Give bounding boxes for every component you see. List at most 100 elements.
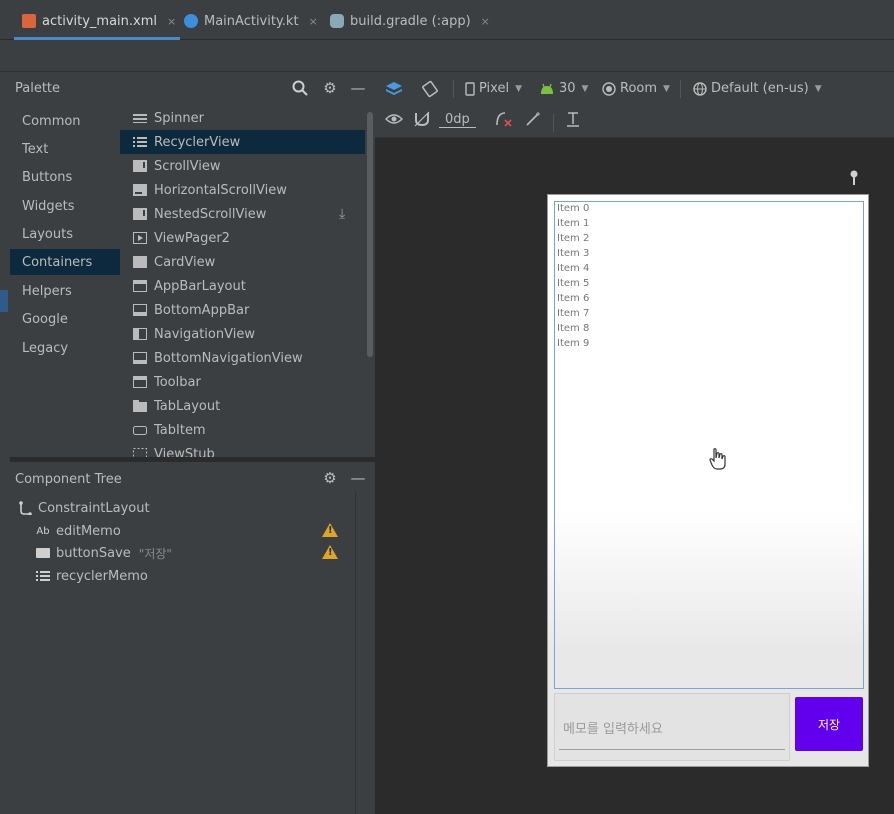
align-icon[interactable] xyxy=(566,111,580,127)
category-layouts[interactable]: Layouts xyxy=(10,221,120,247)
widget-label: AppBarLayout xyxy=(154,278,246,294)
chevron-down-icon: ▼ xyxy=(515,83,522,94)
category-google[interactable]: Google xyxy=(10,306,120,332)
layout-preview: Item 0 Item 1 Item 2 Item 3 Item 4 Item … xyxy=(547,194,869,767)
widget-label: NavigationView xyxy=(154,326,255,342)
widget-viewpager2[interactable]: ViewPager2 xyxy=(120,226,365,250)
download-icon[interactable]: ⤓ xyxy=(339,206,345,222)
warning-icon[interactable] xyxy=(322,523,338,537)
phone-icon xyxy=(465,81,475,96)
tree-item-constraintlayout[interactable]: ConstraintLayout xyxy=(16,497,361,519)
default-margin-selector[interactable]: 0dp xyxy=(439,112,476,128)
device-selector[interactable]: Pixel ▼ xyxy=(465,81,522,96)
palette-categories: Common Text Buttons Widgets Layouts Cont… xyxy=(10,106,120,457)
pin-icon[interactable] xyxy=(848,170,860,190)
tree-item-label: ConstraintLayout xyxy=(38,500,150,516)
category-common[interactable]: Common xyxy=(10,108,120,134)
scrollview-icon xyxy=(132,160,148,172)
search-icon[interactable] xyxy=(290,78,310,98)
xml-file-icon xyxy=(22,14,36,28)
widget-bottomnavigationview[interactable]: BottomNavigationView xyxy=(120,346,365,370)
close-icon[interactable]: × xyxy=(309,15,318,28)
theme-selector[interactable]: Room ▼ xyxy=(602,81,670,96)
navigation-view-icon xyxy=(132,328,148,340)
widget-label: BottomAppBar xyxy=(154,302,250,318)
list-item: Item 2 xyxy=(557,233,590,244)
input-underline xyxy=(559,749,785,750)
category-containers[interactable]: Containers xyxy=(10,249,120,275)
widget-tablayout[interactable]: TabLayout xyxy=(120,394,365,418)
theme-icon xyxy=(602,81,616,96)
gear-icon[interactable]: ⚙ xyxy=(320,468,340,488)
locale-selector[interactable]: Default (en-us) ▼ xyxy=(693,81,822,96)
list-item: Item 7 xyxy=(557,308,590,319)
kotlin-file-icon xyxy=(184,14,198,28)
list-item: Item 1 xyxy=(557,218,590,229)
list-icon xyxy=(132,136,148,148)
device-label: Pixel xyxy=(479,81,510,96)
palette-scrollbar[interactable] xyxy=(367,112,373,357)
widget-cardview[interactable]: CardView xyxy=(120,250,365,274)
tab-label: activity_main.xml xyxy=(42,13,158,29)
bottom-nav-icon xyxy=(132,352,148,364)
widget-label: ViewPager2 xyxy=(154,230,230,246)
widget-toolbar[interactable]: Toolbar xyxy=(120,370,365,394)
edit-memo-preview[interactable]: 메모를 입력하세요 xyxy=(554,693,790,761)
recycler-memo-preview[interactable]: Item 0 Item 1 Item 2 Item 3 Item 4 Item … xyxy=(554,201,864,689)
toolbar-separator xyxy=(453,80,454,98)
theme-label: Room xyxy=(620,81,658,96)
tree-item-recyclermemo[interactable]: recyclerMemo xyxy=(34,565,379,587)
close-icon[interactable]: × xyxy=(481,15,490,28)
clear-constraints-icon[interactable] xyxy=(495,111,513,127)
category-buttons[interactable]: Buttons xyxy=(10,164,120,190)
design-canvas[interactable]: Item 0 Item 1 Item 2 Item 3 Item 4 Item … xyxy=(375,138,894,814)
eye-icon[interactable] xyxy=(385,113,403,125)
close-icon[interactable]: × xyxy=(167,15,176,28)
list-item: Item 8 xyxy=(557,323,590,334)
globe-icon xyxy=(693,81,707,96)
widget-horizontalscrollview[interactable]: HorizontalScrollView xyxy=(120,178,365,202)
palette-panel: Palette ⚙ — Common Text Buttons Widgets … xyxy=(10,72,375,457)
widget-scrollview[interactable]: ScrollView xyxy=(120,154,365,178)
widget-viewstub[interactable]: ViewStub xyxy=(120,442,365,457)
widget-label: TabLayout xyxy=(154,398,221,414)
widget-recyclerview[interactable]: RecyclerView xyxy=(120,130,365,154)
widget-navigationview[interactable]: NavigationView xyxy=(120,322,365,346)
warning-icon[interactable] xyxy=(322,545,338,559)
category-widgets[interactable]: Widgets xyxy=(10,193,120,219)
widget-appbarlayout[interactable]: AppBarLayout xyxy=(120,274,365,298)
design-surface-icon[interactable] xyxy=(385,80,403,98)
tab-activity-main[interactable]: activity_main.xml × xyxy=(13,6,181,40)
widget-nestedscrollview[interactable]: NestedScrollView xyxy=(120,202,365,226)
widget-spinner[interactable]: Spinner xyxy=(120,106,365,130)
category-helpers[interactable]: Helpers xyxy=(10,278,120,304)
widget-bottomappbar[interactable]: BottomAppBar xyxy=(120,298,365,322)
toolbar-separator xyxy=(553,114,554,132)
minimize-icon[interactable]: — xyxy=(348,468,368,488)
button-icon xyxy=(34,548,52,558)
tree-item-hint: "저장" xyxy=(138,546,172,561)
list-item: Item 4 xyxy=(557,263,590,274)
save-button-preview[interactable]: 저장 xyxy=(795,697,863,751)
margin-label: 0dp xyxy=(445,112,470,127)
list-item: Item 0 xyxy=(557,203,590,214)
magnet-icon[interactable] xyxy=(413,111,431,127)
widget-label: BottomNavigationView xyxy=(154,350,303,366)
widget-label: ViewStub xyxy=(154,446,215,458)
bottom-appbar-icon xyxy=(132,304,148,316)
palette-title: Palette xyxy=(15,81,61,96)
tabitem-icon xyxy=(132,424,148,436)
tab-main-activity[interactable]: MainActivity.kt × xyxy=(184,6,318,36)
category-legacy[interactable]: Legacy xyxy=(10,335,120,361)
locale-label: Default (en-us) xyxy=(711,81,809,96)
category-text[interactable]: Text xyxy=(10,136,120,162)
widget-label: Toolbar xyxy=(154,374,201,390)
gear-icon[interactable]: ⚙ xyxy=(320,78,340,98)
magic-wand-icon[interactable] xyxy=(525,111,541,127)
orientation-icon[interactable] xyxy=(421,80,439,98)
minimize-icon[interactable]: — xyxy=(348,78,368,98)
tab-build-gradle[interactable]: build.gradle (:app) × xyxy=(330,6,490,36)
left-strip-marker[interactable] xyxy=(0,290,8,312)
api-level-selector[interactable]: 30 ▼ xyxy=(539,81,588,96)
widget-tabitem[interactable]: TabItem xyxy=(120,418,365,442)
